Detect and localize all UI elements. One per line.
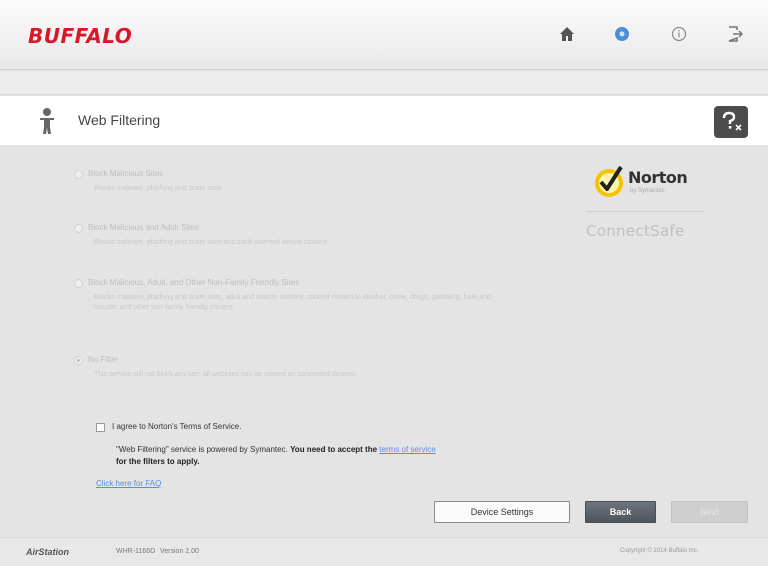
agree-checkbox-label[interactable]: I agree to Norton's Terms of Service. [112, 422, 241, 431]
option-description: Blocks malware, phishing and scam sites,… [94, 294, 491, 311]
divider [586, 211, 704, 212]
notice-text: "Web Filtering" service is powered by Sy… [116, 445, 288, 454]
option-description: Blocks malware, phishing and scam sites [94, 185, 222, 192]
person-icon [36, 107, 58, 135]
option-label: Block Malicious, Adult, and Other Non-Fa… [88, 278, 300, 287]
norton-sub: by Symantec [630, 188, 665, 194]
help-icon [722, 111, 742, 131]
home-icon[interactable] [557, 24, 577, 44]
page-title: Web Filtering [78, 112, 161, 128]
norton-check-icon [592, 164, 626, 198]
filter-radio-malicious-adult[interactable] [74, 224, 83, 233]
option-label: Block Malicious Sites [88, 169, 164, 178]
option-description: This service will not block any site; al… [94, 371, 358, 378]
model-name: WHR-1166D [116, 548, 156, 555]
next-button[interactable]: Next [671, 501, 748, 523]
device-settings-button[interactable]: Device Settings [434, 501, 570, 523]
filter-radio-no-filter[interactable] [74, 356, 83, 365]
page-title-bar: Web Filtering [0, 96, 768, 146]
terms-of-service-link[interactable]: terms of service [379, 445, 435, 454]
faq-link[interactable]: Click here for FAQ [96, 479, 161, 488]
settings-gear-icon[interactable] [612, 24, 632, 44]
header: BUFFALO [0, 0, 768, 70]
connectsafe-text: ConnectSafe [586, 222, 685, 240]
logout-icon[interactable] [725, 24, 745, 44]
filter-radio-malicious[interactable] [74, 170, 83, 179]
filter-radio-non-family[interactable] [74, 279, 83, 288]
norton-name: Norton [628, 168, 688, 187]
copyright: Copyright © 2014 Buffalo Inc. [620, 548, 699, 554]
notice-bold-text: You need to accept the [290, 445, 378, 454]
terms-notice: "Web Filtering" service is powered by Sy… [116, 444, 576, 468]
buffalo-logo[interactable]: BUFFALO [28, 24, 132, 48]
norton-connectsafe-logo: Norton by Symantec ConnectSafe [586, 160, 706, 250]
option-label: Block Malicious and Adult Sites [88, 223, 199, 232]
agree-checkbox[interactable] [96, 423, 105, 432]
airstation-logo: AirStation [26, 547, 70, 557]
sub-toolbar [0, 71, 768, 95]
option-label: No Filter [88, 355, 119, 364]
firmware-version: Version 2.00 [160, 548, 199, 555]
back-button[interactable]: Back [585, 501, 656, 523]
option-description: Blocks malware, phishing and scam sites … [94, 239, 328, 246]
notice-bold-text-2: for the filters to apply. [116, 457, 200, 466]
footer: AirStation WHR-1166D Version 2.00 Copyri… [0, 537, 768, 566]
info-icon[interactable] [669, 24, 689, 44]
help-button[interactable] [714, 106, 748, 138]
